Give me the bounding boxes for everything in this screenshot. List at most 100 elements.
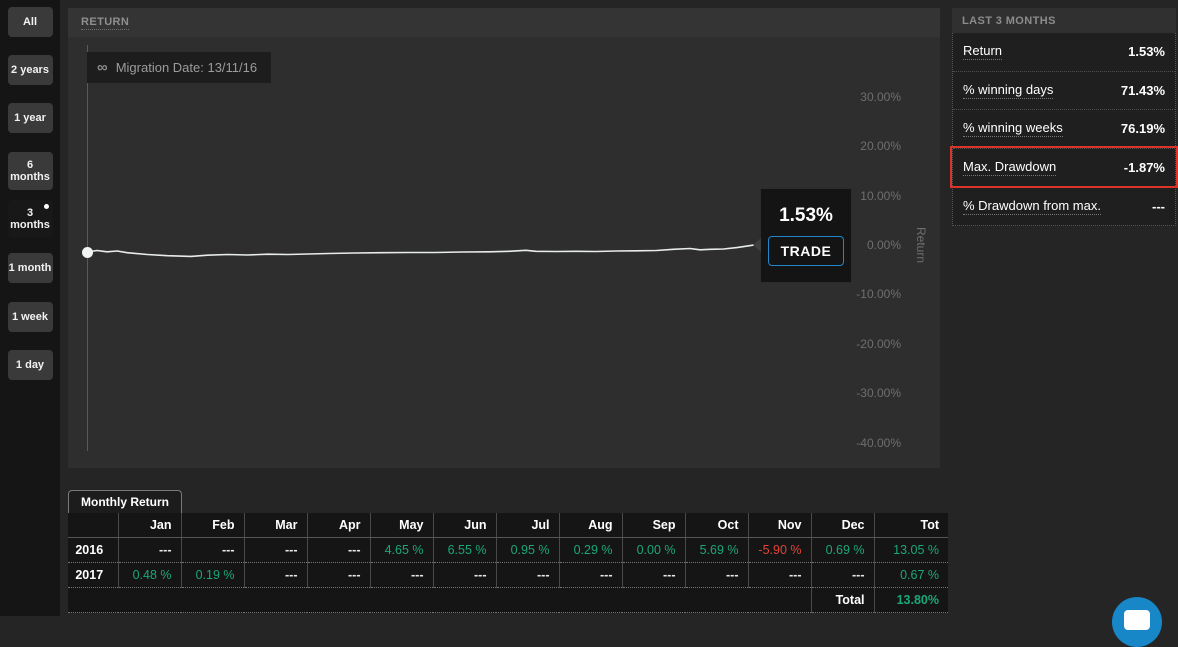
stats-label: % winning days bbox=[963, 82, 1053, 99]
series-start-marker bbox=[82, 247, 93, 258]
monthly-value-cell: --- bbox=[559, 562, 622, 587]
monthly-value-cell: --- bbox=[118, 537, 181, 562]
monthly-value-cell: 0.19 % bbox=[181, 562, 244, 587]
year-cell: 2016 bbox=[68, 537, 118, 562]
trade-button[interactable]: TRADE bbox=[768, 236, 845, 266]
total-value: 13.80% bbox=[874, 587, 948, 612]
monthly-value-cell: -5.90 % bbox=[748, 537, 811, 562]
monthly-value-cell: --- bbox=[622, 562, 685, 587]
column-header-nov: Nov bbox=[748, 513, 811, 537]
tab-monthly-return[interactable]: Monthly Return bbox=[68, 490, 182, 513]
y-tick-label: -40.00% bbox=[831, 436, 901, 450]
monthly-value-cell: --- bbox=[685, 562, 748, 587]
column-header-may: May bbox=[370, 513, 433, 537]
chat-support-button[interactable] bbox=[1112, 597, 1162, 647]
table-row-2016: 2016------------4.65 %6.55 %0.95 %0.29 %… bbox=[68, 537, 948, 562]
stats-value: -1.87% bbox=[1124, 160, 1165, 175]
return-series-line bbox=[87, 245, 757, 257]
sidebar-range-3-months[interactable]: 3 months bbox=[8, 200, 53, 238]
monthly-value-cell: --- bbox=[244, 537, 307, 562]
total-label: Total bbox=[811, 587, 874, 612]
column-header-dec: Dec bbox=[811, 513, 874, 537]
sidebar-range-label: 1 week bbox=[12, 311, 48, 323]
sidebar-range-label: 1 day bbox=[16, 359, 44, 371]
stats-panel-body: Return1.53%% winning days71.43%% winning… bbox=[952, 33, 1176, 226]
monthly-value-cell: --- bbox=[370, 562, 433, 587]
sidebar-range-2-years[interactable]: 2 years bbox=[8, 55, 53, 85]
sidebar-range-label: 3 months bbox=[8, 207, 53, 231]
y-tick-label: -10.00% bbox=[831, 287, 901, 301]
monthly-value-cell: --- bbox=[748, 562, 811, 587]
stats-value: --- bbox=[1152, 199, 1165, 214]
monthly-value-cell: 0.67 % bbox=[874, 562, 948, 587]
time-range-sidebar: All 2 years 1 year 6 months 3 months 1 month 1… bbox=[0, 0, 60, 616]
tooltip-return-value: 1.53% bbox=[779, 205, 833, 227]
stats-label: % Drawdown from max. bbox=[963, 198, 1101, 215]
monthly-value-cell: --- bbox=[811, 562, 874, 587]
stats-panel-title: LAST 3 MONTHS bbox=[952, 8, 1176, 33]
sidebar-range-all[interactable]: All bbox=[8, 7, 53, 37]
column-header-aug: Aug bbox=[559, 513, 622, 537]
sidebar-range-6-months[interactable]: 6 months bbox=[8, 152, 53, 190]
column-header-oct: Oct bbox=[685, 513, 748, 537]
sidebar-range-label: 2 years bbox=[11, 64, 49, 76]
monthly-value-cell: 0.69 % bbox=[811, 537, 874, 562]
return-chart-area[interactable]: ∞ Migration Date: 13/11/16 30.00%20.00%1… bbox=[68, 37, 940, 468]
column-header-jul: Jul bbox=[496, 513, 559, 537]
migration-date-text: Migration Date: 13/11/16 bbox=[116, 60, 257, 75]
column-header-jun: Jun bbox=[433, 513, 496, 537]
sidebar-range-1-day[interactable]: 1 day bbox=[8, 350, 53, 380]
total-row-spacer bbox=[68, 587, 811, 612]
column-header-sep: Sep bbox=[622, 513, 685, 537]
stats-row-return: Return 1.53% bbox=[953, 33, 1175, 72]
column-header-tot: Tot bbox=[874, 513, 948, 537]
monthly-return-table: JanFebMarAprMayJunJulAugSepOctNovDecTot2… bbox=[68, 513, 948, 613]
monthly-value-cell: 0.48 % bbox=[118, 562, 181, 587]
year-cell: 2017 bbox=[68, 562, 118, 587]
monthly-value-cell: 0.29 % bbox=[559, 537, 622, 562]
stats-value: 1.53% bbox=[1128, 44, 1165, 59]
column-header-empty bbox=[68, 513, 118, 537]
monthly-value-cell: 0.00 % bbox=[622, 537, 685, 562]
column-header-feb: Feb bbox=[181, 513, 244, 537]
y-tick-label: 20.00% bbox=[831, 139, 901, 153]
sidebar-range-1-year[interactable]: 1 year bbox=[8, 103, 53, 133]
stats-label: Return bbox=[963, 43, 1002, 60]
monthly-value-cell: --- bbox=[433, 562, 496, 587]
sidebar-range-label: All bbox=[23, 16, 37, 28]
monthly-value-cell: 13.05 % bbox=[874, 537, 948, 562]
monthly-value-cell: 5.69 % bbox=[685, 537, 748, 562]
sidebar-range-label: 1 year bbox=[14, 112, 46, 124]
stats-row-max-drawdown: Max. Drawdown -1.87% bbox=[953, 149, 1175, 188]
monthly-value-cell: --- bbox=[307, 537, 370, 562]
y-tick-label: -30.00% bbox=[831, 386, 901, 400]
column-header-jan: Jan bbox=[118, 513, 181, 537]
stats-label: % winning weeks bbox=[963, 120, 1063, 137]
migration-date-label: ∞ Migration Date: 13/11/16 bbox=[87, 52, 271, 83]
monthly-value-cell: --- bbox=[181, 537, 244, 562]
return-chart-panel: RETURN ∞ Migration Date: 13/11/16 30.00%… bbox=[68, 8, 940, 468]
monthly-value-cell: --- bbox=[307, 562, 370, 587]
return-panel-header: RETURN bbox=[68, 8, 940, 37]
stats-row--winning-days: % winning days 71.43% bbox=[953, 72, 1175, 111]
stats-row--drawdown-from-max-: % Drawdown from max. --- bbox=[953, 187, 1175, 225]
chat-icon bbox=[1124, 610, 1150, 630]
sidebar-range-label: 6 months bbox=[8, 159, 53, 183]
monthly-value-cell: --- bbox=[244, 562, 307, 587]
stats-row--winning-weeks: % winning weeks 76.19% bbox=[953, 110, 1175, 149]
monthly-value-cell: 6.55 % bbox=[433, 537, 496, 562]
return-panel-title: RETURN bbox=[81, 16, 129, 30]
y-tick-label: -20.00% bbox=[831, 337, 901, 351]
y-axis-title: Return bbox=[914, 227, 928, 263]
last-3-months-panel: LAST 3 MONTHS Return 1.53% % winning days 7… bbox=[952, 8, 1176, 226]
column-header-mar: Mar bbox=[244, 513, 307, 537]
sidebar-range-1-week[interactable]: 1 week bbox=[8, 302, 53, 332]
stats-value: 71.43% bbox=[1121, 83, 1165, 98]
monthly-value-cell: --- bbox=[496, 562, 559, 587]
stats-value: 76.19% bbox=[1121, 121, 1165, 136]
monthly-value-cell: 4.65 % bbox=[370, 537, 433, 562]
infinity-icon: ∞ bbox=[97, 60, 108, 75]
monthly-return-section: Monthly Return JanFebMarAprMayJunJulAugS… bbox=[68, 490, 948, 613]
stats-label: Max. Drawdown bbox=[963, 159, 1056, 176]
sidebar-range-1-month[interactable]: 1 month bbox=[8, 253, 53, 283]
